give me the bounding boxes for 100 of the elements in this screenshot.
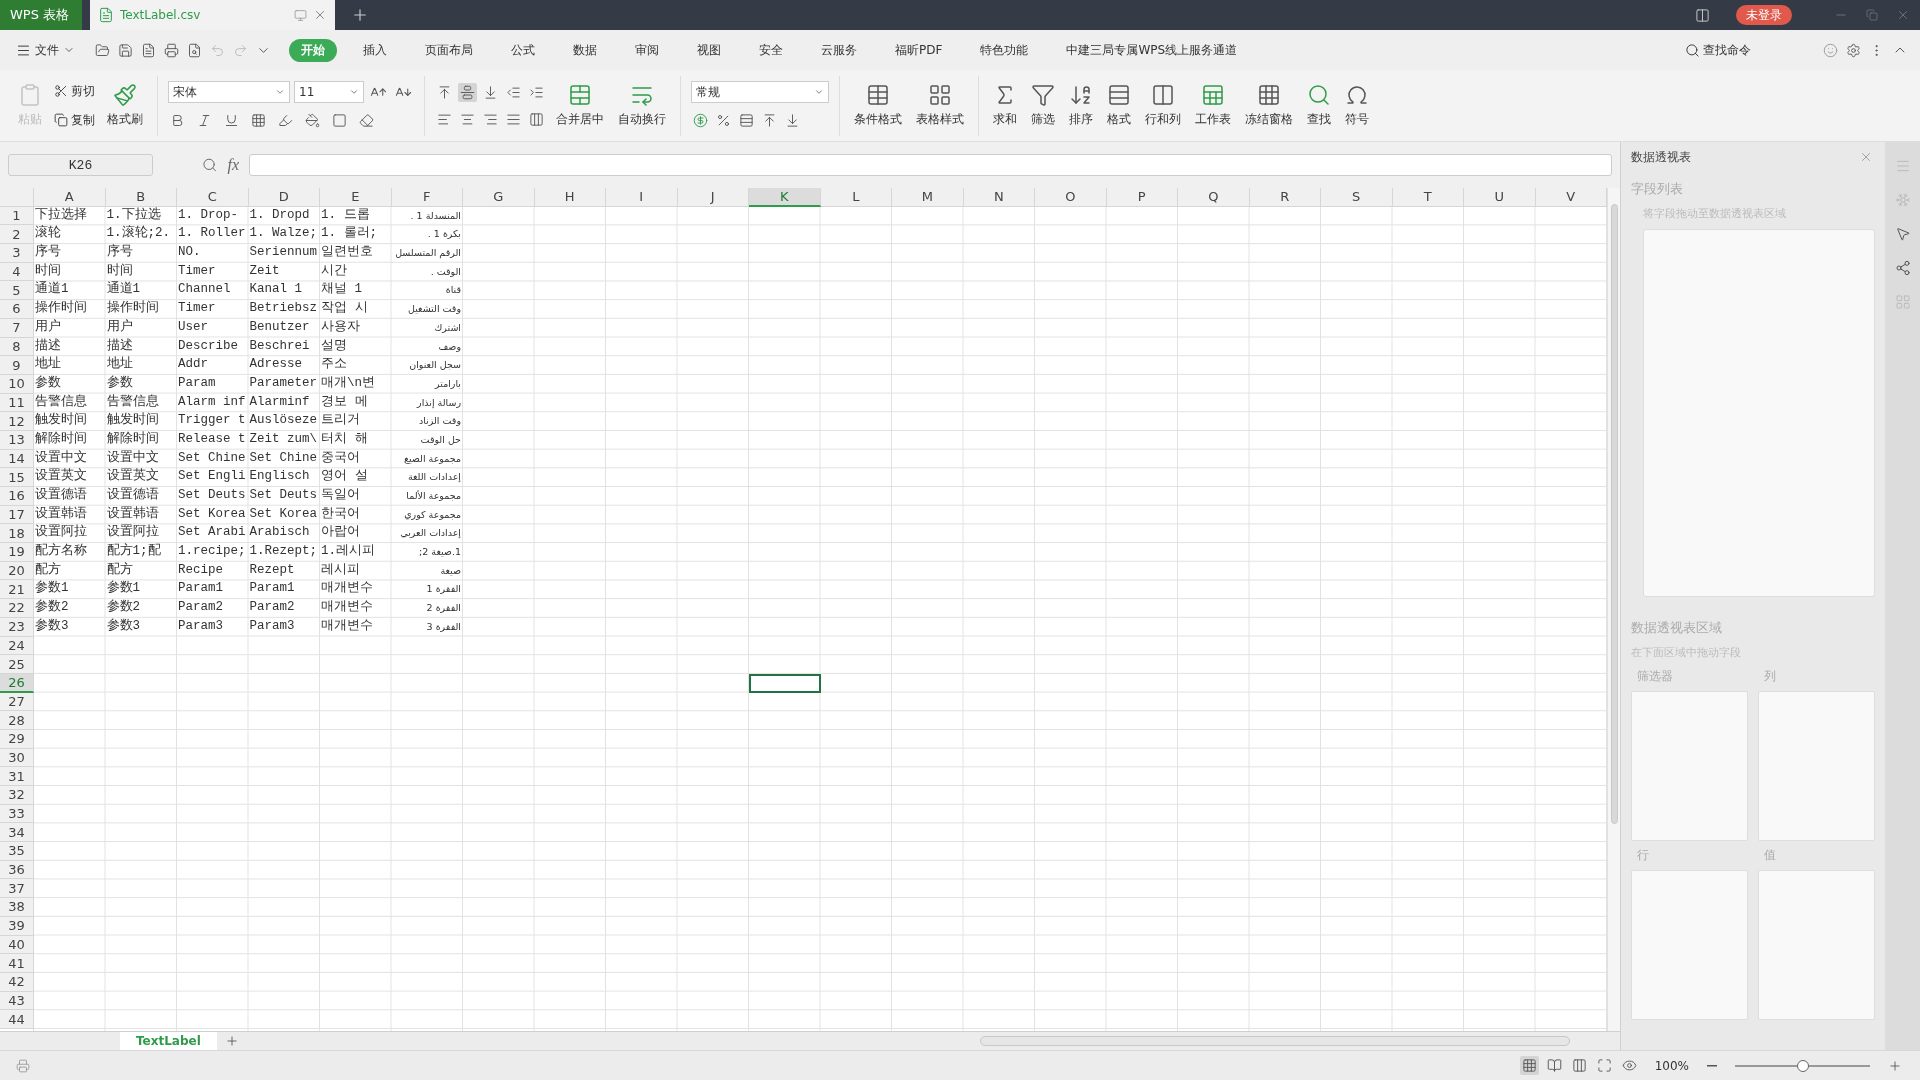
zoom-out-button[interactable]: [1705, 1062, 1719, 1069]
row-header[interactable]: 19: [0, 543, 34, 562]
vertical-scrollbar[interactable]: [1607, 188, 1620, 1031]
font-select[interactable]: 宋体: [168, 81, 290, 103]
eraser-button[interactable]: [357, 111, 376, 130]
ribbon-tab[interactable]: 安全: [747, 38, 795, 62]
row-header[interactable]: 34: [0, 823, 34, 843]
fill-color-button[interactable]: [303, 111, 322, 130]
table-cell-text: مجموعة كوري: [403, 507, 462, 522]
command-search[interactable]: 查找命令: [1679, 40, 1757, 60]
row-header[interactable]: 18: [0, 524, 34, 544]
ribbon-button[interactable]: 表格样式: [912, 81, 968, 130]
column-header[interactable]: P: [1106, 188, 1178, 207]
ribbon-tab[interactable]: 视图: [685, 38, 733, 62]
ribbon-tab[interactable]: 特色功能: [968, 38, 1041, 62]
font-size-select[interactable]: 11: [294, 81, 364, 103]
align-middle-button[interactable]: [458, 82, 477, 102]
column-header[interactable]: R: [1249, 188, 1321, 207]
ribbon-tab[interactable]: 页面布局: [413, 38, 485, 62]
wrap-text-button[interactable]: 自动换行: [614, 81, 670, 130]
row-header[interactable]: 16: [0, 487, 34, 506]
column-header[interactable]: K: [749, 188, 821, 207]
ribbon-button[interactable]: 筛选: [1027, 81, 1059, 130]
app-tab[interactable]: WPS 表格: [0, 0, 82, 30]
copy-button[interactable]: 复制: [52, 109, 97, 131]
row-header[interactable]: 41: [0, 954, 34, 973]
ribbon-button[interactable]: 工作表: [1191, 81, 1235, 130]
ribbon-tab[interactable]: 数据: [561, 38, 609, 62]
name-box[interactable]: K26: [8, 154, 154, 176]
file-menu[interactable]: 文件: [10, 40, 81, 60]
ribbon-tab[interactable]: 中建三局专属WPS线上服务通道: [1054, 38, 1250, 62]
ribbon-tab[interactable]: 公式: [499, 38, 547, 62]
row-header[interactable]: 5: [0, 281, 34, 301]
row-header[interactable]: 21: [0, 580, 34, 600]
cut-button[interactable]: 剪切: [52, 80, 97, 102]
ribbon-button[interactable]: 行和列: [1141, 81, 1185, 130]
column-header[interactable]: U: [1464, 188, 1536, 207]
row-header[interactable]: 2: [0, 225, 34, 245]
column-header[interactable]: C: [177, 188, 249, 207]
column-header[interactable]: S: [1321, 188, 1393, 207]
row-header[interactable]: 15: [0, 468, 34, 487]
ribbon-button[interactable]: 冻结窗格: [1241, 81, 1297, 130]
column-header[interactable]: L: [820, 188, 892, 207]
column-header[interactable]: Q: [1178, 188, 1250, 207]
login-button[interactable]: 未登录: [1736, 5, 1792, 25]
row-header[interactable]: 3: [0, 244, 34, 263]
table-cell-text: الفقرة 1: [425, 582, 462, 597]
ribbon-tab[interactable]: 审阅: [623, 38, 671, 62]
table-cell-text: Seriennum: [248, 244, 318, 262]
row-header[interactable]: 12: [0, 412, 34, 431]
ribbon-tab[interactable]: 福昕PDF: [883, 38, 955, 62]
row-header[interactable]: 31: [0, 767, 34, 786]
merge-center-button[interactable]: 合并居中: [552, 81, 608, 130]
column-header[interactable]: V: [1535, 188, 1607, 207]
number-format-select[interactable]: 常规: [691, 81, 829, 103]
normal-view-button[interactable]: [1519, 1056, 1539, 1075]
zoom-level[interactable]: 100%: [1654, 1058, 1689, 1073]
table-cell-text: 매개변수: [320, 617, 374, 635]
formula-input[interactable]: [249, 154, 1612, 176]
border-button[interactable]: [249, 111, 268, 130]
ribbon-tab[interactable]: 插入: [351, 38, 399, 62]
row-header[interactable]: 9: [0, 356, 34, 375]
column-header[interactable]: T: [1392, 188, 1464, 207]
column-header[interactable]: O: [1035, 188, 1107, 207]
row-header[interactable]: 38: [0, 898, 34, 917]
column-header[interactable]: H: [534, 188, 606, 207]
column-header[interactable]: N: [963, 188, 1035, 207]
sheet-tab[interactable]: TextLabel: [120, 1032, 217, 1050]
column-header[interactable]: M: [892, 188, 964, 207]
ribbon-button[interactable]: 查找: [1303, 81, 1335, 130]
zoom-slider-thumb[interactable]: [1796, 1059, 1809, 1072]
ribbon-tab[interactable]: 云服务: [809, 38, 869, 62]
table-cell-text: 设置德语: [34, 487, 88, 504]
ribbon-button[interactable]: 排序: [1065, 81, 1097, 130]
row-header[interactable]: 44: [0, 1010, 34, 1029]
row-header[interactable]: 37: [0, 879, 34, 899]
column-header[interactable]: E: [320, 188, 392, 207]
column-header[interactable]: A: [34, 188, 106, 207]
currency-button[interactable]: [691, 111, 710, 130]
column-header[interactable]: D: [248, 188, 320, 207]
panel-title[interactable]: 数据透视表: [1631, 148, 1691, 166]
row-header[interactable]: 25: [0, 655, 34, 674]
column-header[interactable]: B: [105, 188, 177, 207]
ribbon-button[interactable]: 符号: [1341, 81, 1373, 130]
row-header[interactable]: 28: [0, 711, 34, 730]
ribbon-button[interactable]: 格式: [1103, 81, 1135, 130]
format-painter-button[interactable]: 格式刷: [103, 81, 147, 130]
ribbon-button[interactable]: 求和: [989, 81, 1021, 130]
column-header[interactable]: G: [463, 188, 535, 207]
row-header[interactable]: 32: [0, 786, 34, 805]
row-header[interactable]: 22: [0, 599, 34, 618]
row-header[interactable]: 6: [0, 300, 34, 319]
ribbon-button[interactable]: 条件格式: [850, 81, 906, 130]
function-label[interactable]: fx: [227, 156, 240, 174]
table-cell-text: Set Deuts: [177, 487, 247, 504]
column-header[interactable]: F: [391, 188, 463, 207]
row-header[interactable]: 35: [0, 842, 34, 861]
column-header[interactable]: I: [606, 188, 678, 207]
active-cell[interactable]: [749, 673, 821, 693]
column-header[interactable]: J: [677, 188, 749, 207]
